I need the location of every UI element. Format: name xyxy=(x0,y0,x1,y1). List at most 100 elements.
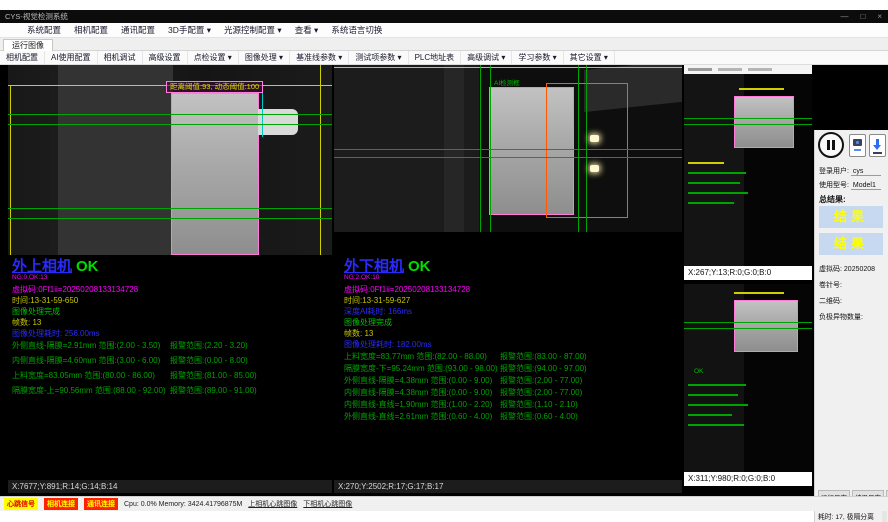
ai-detect-box xyxy=(546,83,628,218)
menu-item-language[interactable]: 系统语言切换 xyxy=(331,24,382,36)
thumb-tab-marker xyxy=(688,68,712,71)
pause-button[interactable] xyxy=(818,132,844,158)
cpu-memory-readout: Cpu: 0.0% Memory: 3424.41796875M xyxy=(124,501,242,508)
menu-item-system-config[interactable]: 系统配置 xyxy=(27,24,61,36)
thumb-text-line xyxy=(688,172,746,174)
tab-connector-region xyxy=(258,109,298,135)
thumb-text-line xyxy=(688,162,724,164)
upper-camera-heartbeat-link[interactable]: 上相机心跳图像 xyxy=(248,499,297,509)
aux-camera-view-bottom[interactable]: OK xyxy=(684,284,812,472)
pause-icon xyxy=(827,140,830,150)
qr-code-label: 二维码: xyxy=(819,298,842,305)
overlay-cyan-line xyxy=(262,93,263,137)
toolbar: 相机配置 AI使用配置 相机调试 高级设置 点检设置 ▾ 图像处理 ▾ 基准线参… xyxy=(0,51,888,65)
measurement-alarm: 报警范围:(2.00 - 77.00) xyxy=(500,387,582,398)
tool-other-settings[interactable]: 其它设置 ▾ xyxy=(564,51,615,64)
status-bar: 心跳信号 相机连接 通讯连接 Cpu: 0.0% Memory: 3424.41… xyxy=(0,496,888,511)
measurement-alarm: 报警范围:(94.00 - 97.00) xyxy=(500,363,587,374)
tool-ai-usage-config[interactable]: AI使用配置 xyxy=(45,51,98,64)
menu-item-comm-config[interactable]: 通讯配置 xyxy=(121,24,155,36)
result-indicator-bottom: 结果 xyxy=(819,233,883,255)
threshold-banner: 距离阈值:93, 动态阈值:100 xyxy=(166,81,263,93)
thumb-text-line xyxy=(688,424,744,426)
measurement-alarm: 报警范围:(89.00 - 91.00) xyxy=(170,385,257,396)
center-camera-view[interactable]: AI检测框 xyxy=(334,65,682,232)
tool-camera-config[interactable]: 相机配置 xyxy=(0,51,45,64)
camera-title: 外下相机OK xyxy=(344,255,431,276)
elapsed-text: 图像处理耗时: 182.00ms xyxy=(344,339,432,350)
measurement-alarm: 报警范围:(0.00 - 8.00) xyxy=(170,355,248,366)
overlay-measure-line xyxy=(8,208,332,209)
tool-learning-params[interactable]: 学习参数 ▾ xyxy=(512,51,563,64)
main-workspace: 距离阈值:93, 动态阈值:100 外上相机OK NG:0,OK:13 虚拟码:… xyxy=(0,65,888,496)
menu-item-camera-config[interactable]: 相机配置 xyxy=(74,24,108,36)
electrode-region xyxy=(734,300,798,352)
tool-advanced-settings[interactable]: 高级设置 xyxy=(143,51,188,64)
maximize-icon[interactable]: □ xyxy=(860,10,865,23)
overlay-measure-line xyxy=(8,124,332,125)
model-field: 使用型号: Model1 xyxy=(819,180,885,190)
electrode-region xyxy=(171,93,259,255)
needle-number-field: 卷针号: xyxy=(819,280,885,290)
measurement-value: 隔膜宽度-下=95.24mm 范围:(93.00 - 98.00) xyxy=(344,363,498,374)
elapsed-text: 图像处理耗时: 256.00ms xyxy=(12,328,100,339)
save-image-button[interactable] xyxy=(869,134,886,157)
foreign-object-count-field: 负极异物数量: xyxy=(819,312,885,322)
menu-item-3d-config[interactable]: 3D手配置 ▾ xyxy=(168,24,211,36)
tool-advanced-debug[interactable]: 高级调试 ▾ xyxy=(461,51,512,64)
overlay-measure-line xyxy=(684,118,812,119)
measurement-value: 隔膜宽度-上=90.56mm 范围:(88.00 - 92.00) xyxy=(12,385,166,396)
status-ok-text: OK xyxy=(76,258,99,275)
snapshot-button[interactable] xyxy=(849,134,866,157)
result-indicator-top: 结果 xyxy=(819,206,883,228)
thumbnail-tab-strip[interactable] xyxy=(684,65,812,74)
cursor-coords-readout: X:270;Y:2502;R:17;G:17;B:17 xyxy=(334,480,682,493)
tool-camera-debug[interactable]: 相机调试 xyxy=(98,51,143,64)
menu-bar: 系统配置 相机配置 通讯配置 3D手配置 ▾ 光源控制配置 ▾ 查看 ▾ 系统语… xyxy=(0,23,888,38)
tab-run-image[interactable]: 运行图像 xyxy=(3,39,53,51)
overlay-measure-line xyxy=(334,157,682,158)
machine-region xyxy=(58,65,173,255)
measurement-value: 外侧直线-隔膜=4.38mm 范围:(0.00 - 9.00) xyxy=(344,375,492,386)
status-ok-text: OK xyxy=(408,258,431,275)
overlay-measure-line xyxy=(684,124,812,125)
tab-strip: 运行图像 xyxy=(0,38,888,51)
thumb-tab-marker xyxy=(748,68,772,71)
close-icon[interactable]: × xyxy=(877,10,882,23)
ng-ok-counter: NG:0,OK:13 xyxy=(12,274,47,281)
thumbnail-column: X:267;Y:13;R:0;G:0;B:0 OK X:311;Y:980;R:… xyxy=(684,65,812,496)
camera-connection-badge: 相机连接 xyxy=(44,498,78,510)
left-camera-view[interactable]: 距离阈值:93, 动态阈值:100 xyxy=(8,65,332,255)
thumb-text-line xyxy=(688,384,746,386)
tool-baseline-params[interactable]: 基准线参数 ▾ xyxy=(290,51,349,64)
camera-name: 外上相机 xyxy=(12,258,72,275)
lower-camera-heartbeat-link[interactable]: 下相机心跳图像 xyxy=(303,499,352,509)
overlay-measure-line xyxy=(8,114,332,115)
title-bar: CYS-视觉检测系统 — □ × xyxy=(0,10,888,23)
tool-spotcheck-settings[interactable]: 点检设置 ▾ xyxy=(188,51,239,64)
pause-icon xyxy=(832,140,835,150)
tool-image-processing[interactable]: 图像处理 ▾ xyxy=(239,51,290,64)
time-text: 时间:13-31-59-650 xyxy=(12,295,78,306)
process-done-text: 图像处理完成 xyxy=(12,306,60,317)
heartbeat-status-badge: 心跳信号 xyxy=(4,498,38,510)
ai-box-label: AI检测框 xyxy=(494,77,520,87)
thumb-ok-text: OK xyxy=(694,368,703,375)
overlay-measure-line xyxy=(8,218,332,219)
tool-plc-address-table[interactable]: PLC地址表 xyxy=(409,51,462,64)
menu-item-view[interactable]: 查看 ▾ xyxy=(295,24,319,36)
ng-ok-counter: NG:2,OK:10 xyxy=(344,274,379,281)
model-label: 使用型号: xyxy=(819,182,849,189)
minimize-icon[interactable]: — xyxy=(840,10,848,23)
model-value[interactable]: Model1 xyxy=(851,182,881,190)
thumb-text-line xyxy=(688,404,748,406)
total-result-label: 总结果: xyxy=(819,194,885,205)
aux-camera-view-top[interactable] xyxy=(684,74,812,266)
login-user-value[interactable]: cys xyxy=(851,168,881,176)
center-camera-panel: AI检测框 外下相机OK NG:2,OK:10 虚拟码:0Ff1ii=20250… xyxy=(334,65,682,496)
measurement-value: 内侧直线-直线=1.90mm 范围:(1.00 - 2.20) xyxy=(344,399,492,410)
measurement-alarm: 报警范围:(81.00 - 85.00) xyxy=(170,370,257,381)
menu-item-light-config[interactable]: 光源控制配置 ▾ xyxy=(224,24,282,36)
tool-test-params[interactable]: 测试项参数 ▾ xyxy=(349,51,408,64)
camera-base-icon xyxy=(854,149,861,151)
